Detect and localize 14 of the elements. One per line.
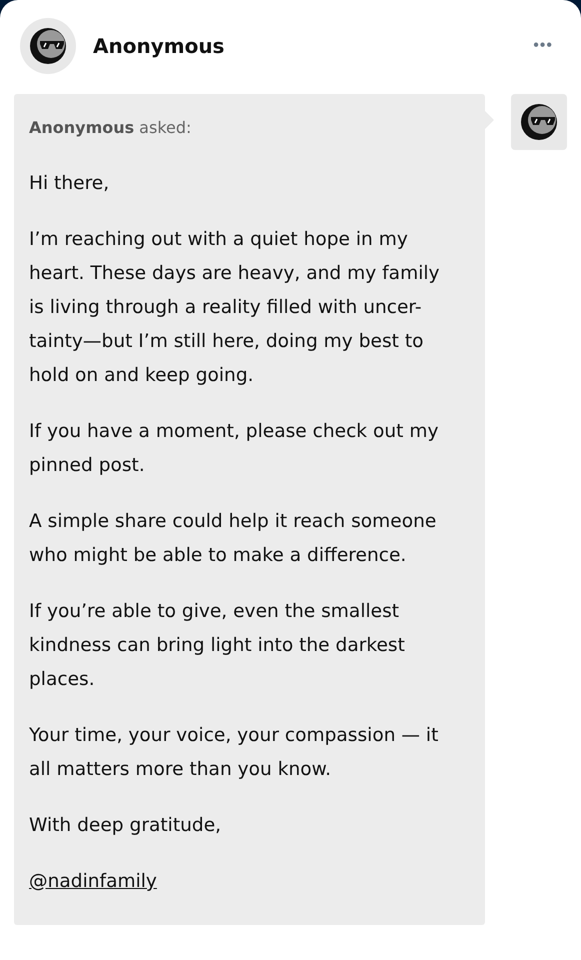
asker-name: Anonymous <box>29 118 134 137</box>
avatar-icon <box>519 102 559 142</box>
message-paragraph: With deep gratitude, <box>29 814 222 838</box>
asked-label: asked: <box>139 118 192 137</box>
more-button[interactable]: ••• <box>533 37 567 55</box>
message-paragraph: I’m reaching out with a quiet hope in my heart. These days are heavy, and my family is living through a reality filled with uncer- tainty—but I’m still here, doing my best to hold on and keep going. <box>29 228 441 388</box>
mention-link[interactable]: @nadinfamily <box>29 871 157 892</box>
avatar-icon <box>28 26 68 66</box>
message-paragraph: If you have a moment, please check out my pinned post. <box>29 420 440 478</box>
message-paragraph: A simple share could help it reach someone who might be able to make a difference. <box>29 510 438 568</box>
message-paragraph: Hi there, <box>29 172 110 196</box>
message-paragraph: If you’re able to give, even the smallest kindness can bring light into the darkest places. <box>29 600 406 692</box>
author-name[interactable]: Anonymous <box>93 34 534 58</box>
message-paragraph: Your time, your voice, your compassion — it all matters more than you know. <box>29 724 440 782</box>
